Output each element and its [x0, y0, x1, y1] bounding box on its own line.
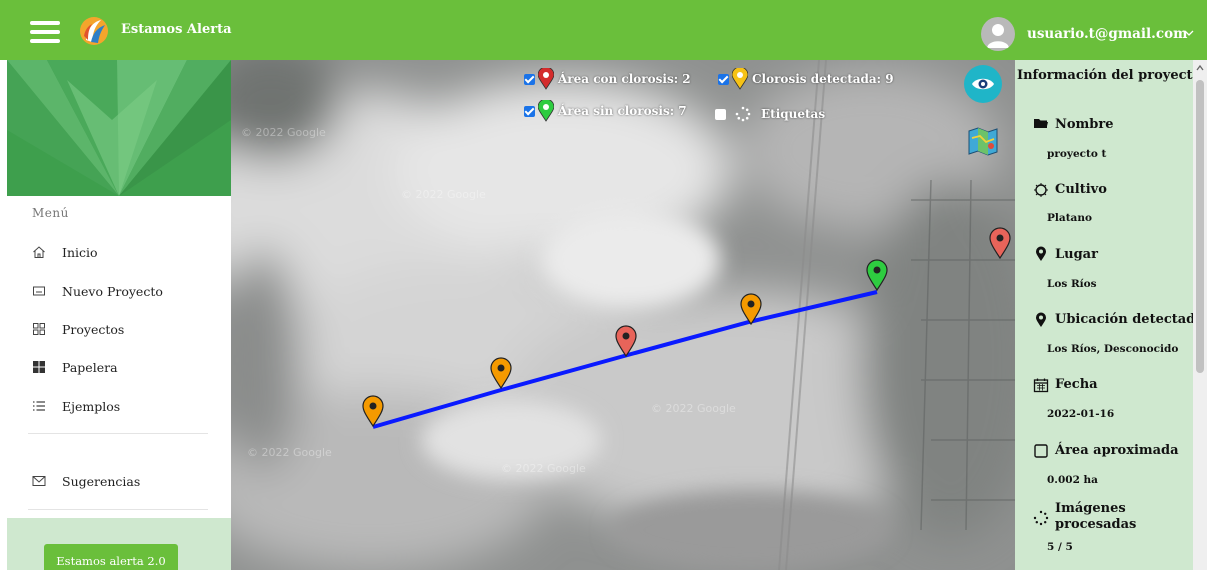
legend-label: Clorosis detectada: 9	[752, 72, 894, 86]
menu-heading: Menú	[32, 206, 69, 220]
estamos-alerta-2-button[interactable]: Estamos alerta 2.0	[44, 544, 178, 570]
new-project-icon	[33, 286, 45, 296]
mail-icon	[32, 476, 46, 486]
nav-item-inicio[interactable]: Inicio	[0, 237, 231, 269]
marker-orange-2	[490, 357, 512, 390]
folder-icon	[1034, 119, 1048, 128]
checkbox-chlorosis-detected[interactable]	[718, 73, 729, 85]
sidebar-bottom-area: Estamos alerta 2.0	[7, 518, 231, 570]
legend-label: Etiquetas	[761, 107, 826, 121]
nav-label: Ejemplos	[62, 399, 121, 414]
info-panel-title: Información del proyecto	[1017, 68, 1202, 83]
sidebar-banner	[7, 60, 231, 196]
legend-chlorosis-area[interactable]: Área con clorosis: 2	[524, 68, 691, 90]
info-label-area: Área aproximada	[1055, 443, 1179, 458]
square-icon	[1034, 444, 1048, 458]
nav-item-nuevo-proyecto[interactable]: Nuevo Proyecto	[0, 276, 231, 308]
detection-overlay	[362, 227, 1011, 429]
marker-green-1	[866, 259, 888, 292]
red-marker-icon	[538, 68, 554, 90]
nav-label: Inicio	[62, 245, 98, 260]
chevron-up-icon[interactable]	[1195, 63, 1205, 73]
info-value-cultivo: Platano	[1047, 212, 1092, 224]
nav-label: Proyectos	[62, 322, 125, 337]
info-value-fecha: 2022-01-16	[1047, 408, 1115, 420]
nav-item-proyectos[interactable]: Proyectos	[0, 314, 231, 346]
list-icon	[33, 401, 45, 411]
info-label-ubicacion: Ubicación detectada	[1055, 312, 1204, 327]
nav-item-sugerencias[interactable]: Sugerencias	[0, 466, 231, 498]
top-bar: Estamos Alerta usuario.t@gmail.com	[0, 0, 1207, 60]
legend-chlorosis-detected[interactable]: Clorosis detectada: 9	[718, 68, 894, 90]
info-value-imagenes: 5 / 5	[1047, 541, 1073, 553]
info-label-cultivo: Cultivo	[1055, 182, 1107, 197]
info-value-area: 0.002 ha	[1047, 474, 1098, 486]
trash-grid-icon	[33, 361, 45, 373]
calendar-icon	[1033, 378, 1049, 393]
grid-icon	[33, 323, 45, 335]
info-label-lugar: Lugar	[1055, 247, 1098, 262]
info-label-imagenes: Imágenes procesadas	[1055, 501, 1137, 532]
app-title: Estamos Alerta	[121, 22, 232, 37]
checkbox-labels[interactable]	[715, 108, 726, 120]
location-pin-icon	[1036, 312, 1046, 327]
flight-path-line	[372, 290, 878, 429]
marker-orange-1	[362, 395, 384, 428]
nav-label: Nuevo Proyecto	[62, 284, 163, 299]
project-info-panel: Información del proyecto Nombre proyecto…	[1015, 60, 1207, 570]
user-avatar-icon	[987, 24, 1009, 48]
info-value-ubicacion: Los Ríos, Desconocido	[1047, 343, 1179, 355]
user-avatar[interactable]	[981, 17, 1015, 51]
map-icon	[968, 127, 998, 156]
user-email[interactable]: usuario.t@gmail.com	[1027, 26, 1187, 42]
legend-labels[interactable]: Etiquetas	[715, 106, 825, 122]
nav-label: Sugerencias	[62, 474, 141, 489]
info-value-nombre: proyecto t	[1047, 148, 1107, 160]
info-scrollbar[interactable]	[1193, 60, 1207, 570]
info-label-nombre: Nombre	[1055, 117, 1114, 132]
hamburger-menu-icon[interactable]	[30, 21, 60, 43]
info-label-fecha: Fecha	[1055, 377, 1098, 392]
legend-no-chlorosis-area[interactable]: Área sin clorosis: 7	[524, 100, 687, 122]
visibility-toggle-button[interactable]	[964, 65, 1002, 103]
nav-label: Papelera	[62, 360, 118, 375]
location-pin-icon	[1036, 246, 1046, 261]
yellow-marker-icon	[732, 68, 748, 90]
nav-item-ejemplos[interactable]: Ejemplos	[0, 391, 231, 423]
scrollbar-thumb[interactable]	[1196, 80, 1204, 373]
green-marker-icon	[538, 100, 554, 122]
sun-icon	[1034, 183, 1048, 197]
divider	[28, 433, 208, 434]
legend-label: Área sin clorosis: 7	[558, 104, 687, 118]
map-type-button[interactable]	[966, 124, 1000, 158]
eye-icon	[972, 78, 994, 90]
satellite-map[interactable]: © 2022 Google © 2022 Google © 2022 Googl…	[231, 60, 1015, 570]
app-logo	[80, 17, 108, 45]
spinner-icon	[735, 106, 751, 122]
sidebar: Menú Inicio Nuevo Proyecto Proyectos Pap…	[0, 60, 231, 570]
nav-item-papelera[interactable]: Papelera	[0, 352, 231, 384]
legend-label: Área con clorosis: 2	[558, 72, 691, 86]
info-value-lugar: Los Ríos	[1047, 278, 1097, 290]
home-icon	[33, 246, 45, 258]
chevron-down-icon[interactable]	[1182, 26, 1196, 40]
checkbox-no-chlorosis-area[interactable]	[524, 105, 535, 117]
checkbox-chlorosis-area[interactable]	[524, 73, 535, 85]
spinner-icon	[1033, 510, 1049, 526]
marker-red-2	[989, 227, 1011, 260]
divider	[28, 509, 208, 510]
